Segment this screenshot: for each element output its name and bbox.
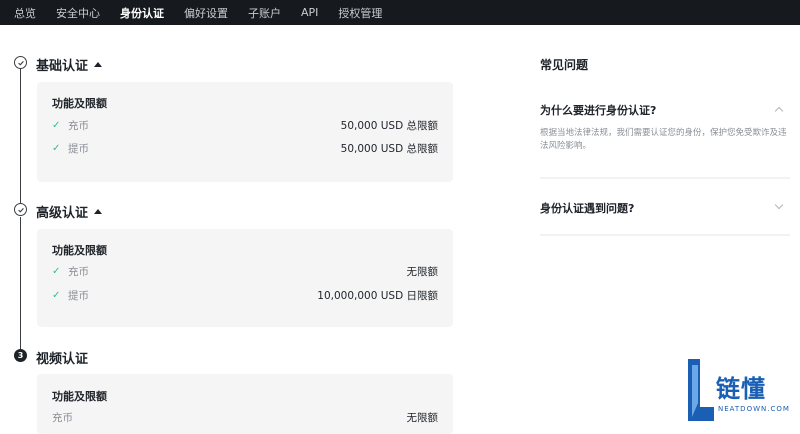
limit-row: ✓ 充币 无限额 bbox=[52, 264, 438, 278]
nav-item-overview[interactable]: 总览 bbox=[14, 5, 36, 21]
nav-item-identity-verification[interactable]: 身份认证 bbox=[120, 5, 164, 21]
watermark-subtext: NEATDOWN.COM bbox=[718, 405, 790, 413]
step-completed-icon bbox=[14, 56, 27, 69]
section-title-advanced[interactable]: 高级认证 bbox=[36, 202, 103, 221]
caret-up-icon bbox=[94, 62, 103, 67]
limit-row: ✓ 提币 50,000 USD 总限额 bbox=[52, 141, 438, 155]
nav-item-security-center[interactable]: 安全中心 bbox=[56, 5, 100, 21]
limit-label: 提币 bbox=[68, 289, 89, 302]
limit-value: 无限额 bbox=[406, 411, 439, 424]
nav-item-sub-accounts[interactable]: 子账户 bbox=[248, 5, 281, 21]
section-title-text: 视频认证 bbox=[36, 352, 89, 367]
caret-up-icon bbox=[94, 209, 103, 214]
check-icon: ✓ bbox=[52, 142, 61, 154]
check-icon: ✓ bbox=[52, 289, 61, 301]
timeline-line bbox=[20, 217, 21, 349]
faq-question-why-verify[interactable]: 为什么要进行身份认证? bbox=[540, 102, 656, 118]
nav-item-preferences[interactable]: 偏好设置 bbox=[184, 5, 228, 21]
limit-label: 提币 bbox=[68, 142, 89, 155]
top-navigation: 总览 安全中心 身份认证 偏好设置 子账户 API 授权管理 bbox=[0, 0, 800, 25]
chevron-down-icon[interactable] bbox=[774, 200, 784, 210]
watermark-logo: 链懂 NEATDOWN.COM bbox=[686, 357, 798, 425]
limit-label: 充币 bbox=[68, 119, 89, 132]
step-completed-icon bbox=[14, 203, 27, 216]
timeline-line bbox=[20, 69, 21, 204]
section-title-basic[interactable]: 基础认证 bbox=[36, 55, 103, 74]
limits-card-video: 功能及限额 充币 无限额 bbox=[37, 374, 453, 434]
nav-item-api[interactable]: API bbox=[301, 6, 318, 19]
faq-answer: 根据当地法律法规，我们需要认证您的身份，保护您免受欺诈及违法风险影响。 bbox=[540, 128, 787, 151]
logo-l-icon bbox=[688, 359, 714, 421]
check-icon: ✓ bbox=[52, 119, 61, 131]
limit-value: 无限额 bbox=[406, 265, 439, 278]
section-title-video[interactable]: 视频认证 bbox=[36, 348, 88, 367]
limit-value: 50,000 USD 总限额 bbox=[340, 142, 438, 155]
limit-row: 充币 无限额 bbox=[52, 410, 438, 424]
faq-title: 常见问题 bbox=[540, 58, 589, 72]
faq-question-verification-problem[interactable]: 身份认证遇到问题? bbox=[540, 200, 634, 216]
watermark-text: 链懂 bbox=[716, 375, 766, 403]
limit-row: ✓ 提币 10,000,000 USD 日限额 bbox=[52, 288, 438, 302]
step-number-badge: 3 bbox=[14, 349, 27, 362]
faq-divider bbox=[540, 234, 790, 236]
limits-card-advanced: 功能及限额 ✓ 充币 无限额 ✓ 提币 10,000,000 USD 日限额 bbox=[37, 229, 453, 327]
chevron-up-icon[interactable] bbox=[774, 106, 784, 116]
card-title: 功能及限额 bbox=[52, 97, 107, 110]
limit-label: 充币 bbox=[68, 265, 89, 278]
nav-item-authorization[interactable]: 授权管理 bbox=[338, 5, 382, 21]
section-title-text: 高级认证 bbox=[36, 206, 89, 221]
section-title-text: 基础认证 bbox=[36, 59, 89, 74]
card-title: 功能及限额 bbox=[52, 244, 107, 257]
check-icon: ✓ bbox=[52, 265, 61, 277]
limit-label: 充币 bbox=[52, 411, 73, 424]
limit-value: 50,000 USD 总限额 bbox=[340, 119, 438, 132]
limit-row: ✓ 充币 50,000 USD 总限额 bbox=[52, 118, 438, 132]
card-title: 功能及限额 bbox=[52, 390, 107, 403]
limit-value: 10,000,000 USD 日限额 bbox=[317, 289, 438, 302]
faq-divider bbox=[540, 177, 790, 179]
limits-card-basic: 功能及限额 ✓ 充币 50,000 USD 总限额 ✓ 提币 50,000 US… bbox=[37, 82, 453, 182]
